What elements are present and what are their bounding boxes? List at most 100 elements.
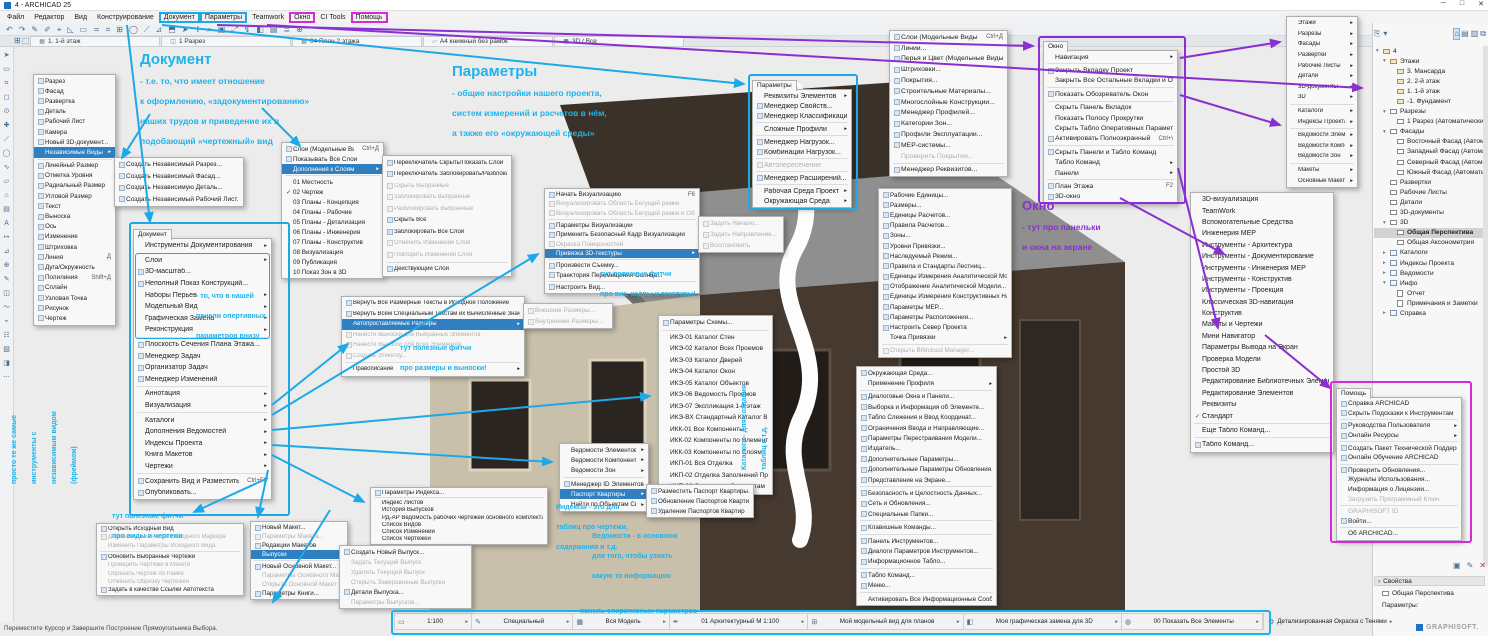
menu-item[interactable]: Разрез	[34, 76, 115, 86]
menu-item[interactable]: Опубликовать...	[134, 487, 271, 499]
menu-item[interactable]: Узловая Точка	[34, 293, 115, 303]
menu-item[interactable]: Новый Основной Макет...	[251, 562, 347, 571]
menu-item[interactable]: Простой 3D	[1191, 365, 1333, 376]
menu-item[interactable]: Представление на Экране...	[857, 475, 996, 485]
menu-item[interactable]: Клавишные Команды...	[857, 522, 996, 532]
menu-item[interactable]: Отметка Уровня	[34, 171, 115, 181]
menu-item[interactable]: 08 Визуализация	[282, 247, 383, 257]
menu-item[interactable]: Список Видов	[371, 521, 547, 528]
quick-option-segment[interactable]: ◧ Моя графическая замена для 3D ▸	[964, 614, 1123, 629]
navigator-map-icon[interactable]: ⧉	[1480, 29, 1486, 39]
toolbar-icon[interactable]: ⋯	[3, 373, 10, 383]
menu-item[interactable]: Активировать Все Информационные Сообщени…	[857, 594, 996, 604]
menu-item[interactable]: Дополнения к Слоям ▸	[282, 164, 383, 174]
navigator-tree-item[interactable]: 1 Разрез (Автоматически Перес...	[1374, 117, 1484, 127]
menu-item[interactable]: Об ARCHICAD...	[1337, 529, 1461, 539]
menu-item[interactable]: Создать Независимый Фасад...	[115, 171, 243, 183]
menu-item[interactable]: Ось	[34, 222, 115, 232]
menu-item[interactable]: Штриховки...	[890, 64, 1007, 75]
menu-item[interactable]: Закрыть Вкладку Проект	[1044, 65, 1177, 75]
navigator-tree-item[interactable]: Южный Фасад (Автоматически П...	[1374, 167, 1484, 177]
menu-item[interactable]: Зоны...	[879, 231, 1011, 241]
menu-item[interactable]: Действующий Слой	[383, 264, 511, 276]
menu-item[interactable]: Скрыть Табло Оперативных Параметров	[1044, 123, 1177, 133]
menu-item[interactable]: Индексы Проекта ▸	[1287, 116, 1357, 127]
menu-item[interactable]: Менеджер Нагрузок...	[753, 137, 851, 147]
tree-expander-icon[interactable]: ▾	[1383, 220, 1390, 226]
menu-item[interactable]: ИКЭ-05 Каталог Объектов	[659, 378, 772, 390]
menu-item[interactable]: Реквизиты	[1191, 399, 1333, 410]
menu-item[interactable]: Линейный Размер	[34, 161, 115, 171]
menu-item[interactable]: Войти...	[1337, 517, 1461, 527]
menu-item[interactable]: Задать в качестве Ссылки Автотекста	[97, 586, 243, 594]
menu-item[interactable]: Правила и Стандарты Лестниц...	[879, 261, 1011, 271]
menu-item[interactable]: Единицы Измерения Конструктивных Нагрузо…	[879, 292, 1011, 302]
menu-item[interactable]: Новый 3D-документ...	[34, 137, 115, 147]
menu-item[interactable]: Разместить Паспорт Квартиры...	[647, 486, 753, 496]
menu-item[interactable]: Каталоги ▸	[134, 414, 271, 426]
navigator-tree-item[interactable]: Рабочие Листы	[1374, 187, 1484, 197]
menu-item[interactable]: ИКК-01 Все Компоненты	[659, 424, 772, 436]
menu-item[interactable]: TeamWork	[1191, 205, 1333, 216]
menu-item[interactable]: ИКЭ-07 Экспликация 1-й этаж	[659, 401, 772, 413]
menu-item[interactable]: Параметры Схемы...	[659, 317, 772, 329]
menu-item[interactable]: Выпуски▸	[251, 550, 347, 559]
menu-item[interactable]: Правописание ▸	[342, 364, 524, 375]
toolbar-icon[interactable]: A	[4, 219, 9, 229]
menu-item[interactable]: ✓ Стандарт	[1191, 410, 1333, 421]
menu-item[interactable]: Менеджер Свойств...	[753, 101, 851, 111]
menu-item[interactable]: ИКК-03 Компоненты по Слоям	[659, 447, 772, 459]
menu-item[interactable]: Графическая Замена ▸	[134, 313, 271, 325]
menu-item[interactable]: Аннотация ▸	[134, 388, 271, 400]
menu-item[interactable]: Рабочие Единицы...	[879, 190, 1011, 200]
menu-item[interactable]: Каталоги ▸	[1287, 106, 1357, 117]
toolbar-icon[interactable]: ▧	[3, 345, 10, 355]
menu-item[interactable]: 09 Публикация	[282, 257, 383, 267]
toolbar-icon[interactable]: ▭	[3, 65, 10, 75]
menu-item[interactable]: Еще Табло Команд...	[1191, 425, 1333, 436]
navigator-tree-item[interactable]: ▸ Каталоги	[1374, 248, 1484, 258]
tree-expander-icon[interactable]: ▾	[1383, 280, 1390, 286]
menu-item[interactable]: Правила Расчетов...	[879, 221, 1011, 231]
menu-item[interactable]: Редакции Макетов	[251, 541, 347, 550]
menu-item[interactable]: Организатор Задач	[134, 362, 271, 374]
menu-item[interactable]: Табло Слежения и Ввод Координат...	[857, 413, 996, 423]
menu-item[interactable]: MEP-системы...	[890, 140, 1007, 151]
navigator-tree-item[interactable]: ▸ Ведомости	[1374, 268, 1484, 278]
menu-item[interactable]: Реквизиты Элементов ▸	[753, 91, 851, 101]
menu-item[interactable]: Ведомости Компонентов ▸	[1287, 141, 1357, 152]
menu-item[interactable]: Переключатель Скрыть/Показать Слои	[383, 157, 511, 169]
toolbar-icon[interactable]: ∿	[4, 163, 10, 173]
menu-item[interactable]: Создать Независимую Деталь...	[115, 182, 243, 194]
navigator-tree-item[interactable]: ▸ Справка	[1374, 308, 1484, 318]
menu-item[interactable]: Линии...	[890, 43, 1007, 54]
menu-item[interactable]: Менеджер Расширений...	[753, 173, 851, 183]
properties-toolbar-icon[interactable]: ▣	[1453, 561, 1461, 571]
menu-item[interactable]: Слои (Модельные Виды)... Ctrl+Д	[890, 32, 1007, 43]
menu-item[interactable]: Скрыть Все	[383, 215, 511, 227]
menu-item[interactable]: Редактирование Библиотечных Элементов GD…	[1191, 376, 1333, 387]
tree-expander-icon[interactable]: ▾	[1376, 48, 1383, 54]
menu-item[interactable]: Специальные Папки...	[857, 509, 996, 519]
menu-item[interactable]: Мини Навигатор	[1191, 331, 1333, 342]
menu-item[interactable]: ИКЭ-06 Ведомость Проемов	[659, 389, 772, 401]
menu-item[interactable]: ИКП-01 Вся Отделка	[659, 458, 772, 470]
menu-item[interactable]: Независимые Виды ▸	[34, 147, 115, 158]
menu-item[interactable]: Привязка 3D-текстуры ▸	[545, 248, 699, 259]
menu-item[interactable]: Скрыть Подсказки к Инструментам	[1337, 409, 1461, 419]
menu-item[interactable]: 3D-документы ▸	[1287, 82, 1357, 93]
menu-item[interactable]: Вспомогательные Средства	[1191, 217, 1333, 228]
navigator-tree-item[interactable]: 1. 1-й этаж	[1374, 86, 1484, 96]
menu-item[interactable]: Сплайн	[34, 283, 115, 293]
menu-item[interactable]: 01 Местность	[282, 177, 383, 187]
menu-item[interactable]: Рабочий Лист	[34, 117, 115, 127]
menu-item[interactable]: Заблокировать Все Слои	[383, 226, 511, 238]
navigator-tree-item[interactable]: ▾ 4	[1374, 46, 1484, 56]
menu-item[interactable]: Конструктив	[1191, 308, 1333, 319]
navigator-tree-item[interactable]: Отчет	[1374, 288, 1484, 298]
properties-toolbar-icon[interactable]: ✎	[1467, 561, 1474, 571]
menu-item[interactable]: Фасад	[34, 86, 115, 96]
menu-item[interactable]: Уровни Привязки...	[879, 241, 1011, 251]
menu-item[interactable]: Меню...	[857, 580, 996, 590]
tree-expander-icon[interactable]: ▾	[1383, 58, 1390, 64]
